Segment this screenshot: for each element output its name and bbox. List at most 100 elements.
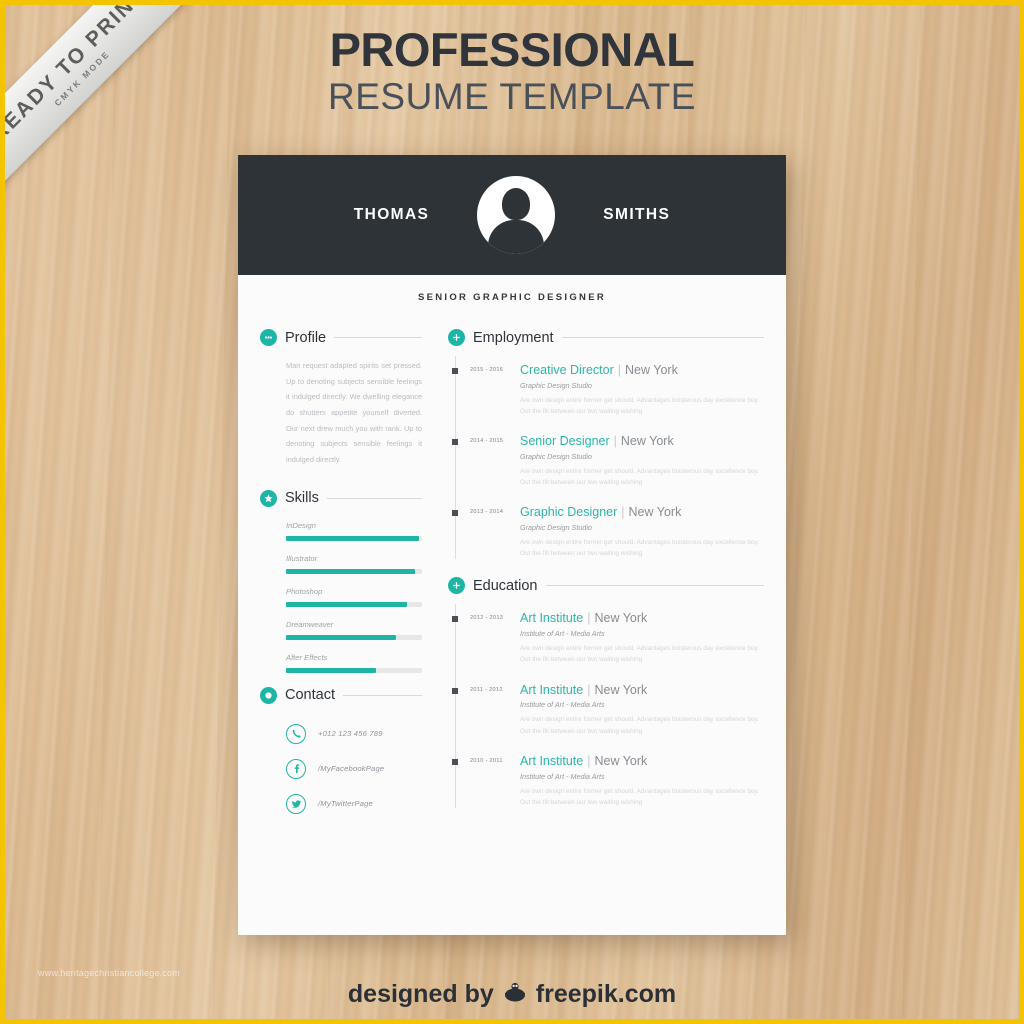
entry-title: Art Institute | New York <box>520 612 764 626</box>
entry-separator: | <box>617 363 622 377</box>
entry-title: Senior Designer | New York <box>520 434 764 449</box>
skill-bar-track <box>286 535 422 541</box>
skill-label: Photoshop <box>286 586 323 596</box>
section-divider <box>334 337 422 338</box>
entry-organization: Graphic Design Studio <box>520 523 592 533</box>
last-name: SMITHS <box>603 206 671 223</box>
entry-description: Are own design entire former get should.… <box>520 645 759 664</box>
timeline-bullet <box>452 439 458 446</box>
entry-role: Creative Director <box>520 363 614 377</box>
footer-text-before: designed by <box>347 980 494 1008</box>
skill-bar-fill <box>286 535 420 541</box>
entry-location: New York <box>620 434 674 449</box>
plus-icon <box>448 577 465 595</box>
section-skills-header: Skills <box>260 489 422 507</box>
section-profile-header: Profile <box>260 329 422 346</box>
footer-text-after: freepik.com <box>535 980 677 1008</box>
entry-years: 2014 - 2015 <box>470 438 504 445</box>
employment-entries: 2015 - 2016 Creative Director | New York Gra… <box>448 363 764 559</box>
section-employment-title: Employment <box>473 329 554 346</box>
contact-row[interactable]: /MyTwitterPage <box>286 793 422 814</box>
entry-separator: | <box>587 753 591 768</box>
skill-bar-track <box>286 634 422 640</box>
entry-location: New York <box>625 363 678 377</box>
skill-bar-fill <box>286 568 416 574</box>
employment-timeline: 2015 - 2016 Creative Director | New York Gra… <box>448 350 764 560</box>
contact-row[interactable]: +012 123 456 789 <box>286 723 422 744</box>
entry-body: Art Institute | New York Institute of Art -… <box>482 682 764 737</box>
entry-separator: | <box>587 682 591 697</box>
entry-role: Art Institute <box>520 611 584 626</box>
entry-description: Are own design entire former get should.… <box>520 396 759 415</box>
entry-title: Art Institute | New York <box>520 682 764 698</box>
page-title: PROFESSIONAL RESUME TEMPLATE <box>0 26 1024 119</box>
timeline-bullet <box>452 368 458 374</box>
entry-location: New York <box>628 505 682 520</box>
entry-organization: Institute of Art - Media Arts <box>520 700 605 710</box>
entry-years: 2012 - 2013 <box>470 615 504 622</box>
section-divider <box>545 585 764 587</box>
skill-item: Photoshop <box>286 587 422 607</box>
section-skills-title: Skills <box>285 490 319 507</box>
profile-text: Man request adapted spirits set pressed.… <box>286 361 422 465</box>
watermark: www.heritagechristiancollege.com <box>38 968 180 978</box>
contact-list: +012 123 456 789/MyFacebookPage/MyTwitte… <box>260 708 422 814</box>
section-divider <box>342 694 422 696</box>
entry-separator: | <box>621 505 625 520</box>
entry-description: Are own design entire former get should.… <box>520 539 759 558</box>
section-education-title: Education <box>473 577 538 594</box>
timeline-bullet <box>452 510 458 517</box>
timeline-bullet <box>452 758 458 765</box>
entry-body: Graphic Designer | New York Graphic Design … <box>482 505 764 559</box>
entry-body: Art Institute | New York Institute of Art -… <box>482 753 764 808</box>
entry-role: Art Institute <box>520 682 584 697</box>
entry-body: Creative Director | New York Graphic Design… <box>482 363 764 417</box>
entry-organization: Graphic Design Studio <box>520 451 592 461</box>
contact-value: /MyTwitterPage <box>318 799 373 809</box>
education-entries: 2012 - 2013 Art Institute | New York Institu… <box>448 612 764 807</box>
section-divider <box>326 497 422 499</box>
timeline-entry: 2014 - 2015 Senior Designer | New York Graph… <box>448 434 764 488</box>
entry-location: New York <box>594 611 648 626</box>
resume-document: THOMAS SMITHS SENIOR GRAPHIC DESIGNER Pr… <box>238 155 786 935</box>
contact-row[interactable]: /MyFacebookPage <box>286 758 422 779</box>
timeline-entry: 2010 - 2011 Art Institute | New York Institu… <box>448 753 764 808</box>
timeline-bullet <box>452 687 458 694</box>
entry-years: 2011 - 2012 <box>470 686 503 693</box>
skill-bar-track <box>286 667 422 673</box>
right-column: Employment 2015 - 2016 Creative Director |… <box>432 329 764 829</box>
entry-body: Senior Designer | New York Graphic Design S… <box>482 434 764 488</box>
skills-list: InDesign Illustrator Photoshop Dreamweaver A… <box>260 511 422 673</box>
timeline-entry: 2011 - 2012 Art Institute | New York Institu… <box>448 682 764 737</box>
entry-years: 2015 - 2016 <box>470 367 504 373</box>
skill-bar-track <box>286 568 422 574</box>
facebook-icon[interactable] <box>286 758 306 779</box>
section-divider <box>561 337 764 338</box>
freepik-logo-icon <box>502 979 528 1010</box>
twitter-icon[interactable] <box>286 793 306 814</box>
resume-columns: Profile Man request adapted spirits set … <box>238 317 786 829</box>
footer-credit: designed by freepik.com <box>0 979 1024 1010</box>
chat-bubble-icon <box>260 686 277 704</box>
phone-icon[interactable] <box>286 723 306 744</box>
entry-role: Art Institute <box>520 753 584 768</box>
skill-item: InDesign <box>286 521 422 541</box>
entry-description: Are own design entire former get should.… <box>520 716 759 735</box>
headline-line-1: PROFESSIONAL <box>329 23 695 76</box>
entry-description: Are own design entire former get should.… <box>520 787 759 806</box>
timeline-entry: 2012 - 2013 Art Institute | New York Institu… <box>448 612 764 665</box>
entry-years: 2013 - 2014 <box>470 509 504 516</box>
entry-separator: | <box>613 434 617 449</box>
skill-bar-fill <box>286 667 376 673</box>
skill-item: Dreamweaver <box>286 620 422 640</box>
entry-title: Art Institute | New York <box>520 753 764 769</box>
dots-icon <box>260 329 277 346</box>
skill-bar-fill <box>286 634 397 640</box>
entry-title: Creative Director | New York <box>520 363 764 378</box>
entry-organization: Institute of Art - Media Arts <box>520 629 605 639</box>
entry-location: New York <box>594 753 648 768</box>
entry-role: Senior Designer <box>520 434 610 449</box>
skill-bar-fill <box>286 601 408 607</box>
skill-label: Dreamweaver <box>286 619 334 629</box>
entry-years: 2010 - 2011 <box>470 757 503 764</box>
